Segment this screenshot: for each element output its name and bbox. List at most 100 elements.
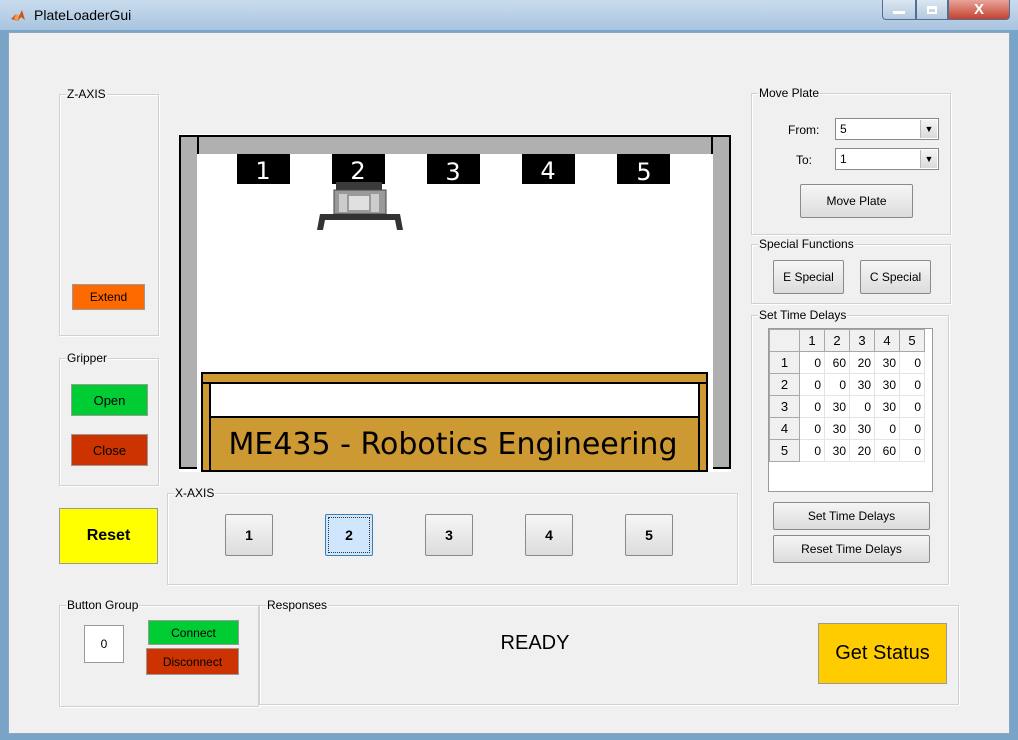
close-button[interactable]: Close <box>71 434 148 466</box>
move-plate-title: Move Plate <box>758 86 821 100</box>
maximize-button[interactable] <box>916 0 948 20</box>
table-row: 1 0 60 20 30 0 <box>769 351 925 374</box>
table-cell[interactable]: 30 <box>874 373 900 396</box>
time-delays-title: Set Time Delays <box>758 308 848 322</box>
table-cell[interactable]: 60 <box>874 439 900 462</box>
frame-left <box>179 135 199 469</box>
open-button[interactable]: Open <box>71 384 148 416</box>
close-icon: X <box>973 1 984 18</box>
reset-time-delays-button[interactable]: Reset Time Delays <box>773 535 930 563</box>
table-cell[interactable]: 0 <box>824 373 850 396</box>
table-cell[interactable]: 0 <box>899 351 925 374</box>
get-status-button[interactable]: Get Status <box>818 623 947 684</box>
table-leg-left <box>201 382 211 472</box>
table-cell[interactable]: 0 <box>874 417 900 440</box>
window-title: PlateLoaderGui <box>34 7 132 23</box>
row-header: 2 <box>769 373 800 396</box>
banner-text: ME435 - Robotics Engineering <box>228 427 677 462</box>
table-cell[interactable]: 30 <box>849 417 875 440</box>
table-cell[interactable]: 30 <box>824 439 850 462</box>
status-text: READY <box>500 632 570 654</box>
slot-2-label: 2 <box>350 157 365 185</box>
minimize-button[interactable] <box>882 0 916 20</box>
e-special-button[interactable]: E Special <box>773 260 844 294</box>
to-select[interactable]: 1 ▼ <box>835 148 939 170</box>
x-axis-button-4[interactable]: 4 <box>525 514 573 556</box>
table-cell[interactable]: 60 <box>824 351 850 374</box>
row-header: 4 <box>769 417 800 440</box>
x-axis-button-5[interactable]: 5 <box>625 514 673 556</box>
table-cell[interactable]: 0 <box>899 439 925 462</box>
special-functions-title: Special Functions <box>758 237 855 251</box>
to-label: To: <box>796 153 813 167</box>
column-header: 4 <box>874 329 900 352</box>
gripper-title: Gripper <box>66 351 109 365</box>
table-cell[interactable]: 20 <box>849 439 875 462</box>
x-axis-button-2[interactable]: 2 <box>325 514 373 556</box>
button-group-title: Button Group <box>66 598 140 612</box>
table-top <box>201 372 708 384</box>
table-row: 2 0 0 30 30 0 <box>769 373 925 396</box>
c-special-button[interactable]: C Special <box>860 260 931 294</box>
table-cell[interactable]: 0 <box>799 395 825 418</box>
chevron-down-icon: ▼ <box>920 120 937 138</box>
reset-button[interactable]: Reset <box>59 508 158 564</box>
from-select[interactable]: 5 ▼ <box>835 118 939 140</box>
table-cell[interactable]: 0 <box>899 417 925 440</box>
column-header: 1 <box>799 329 825 352</box>
to-select-value: 1 <box>840 152 847 166</box>
minimize-icon <box>893 11 905 14</box>
x-axis-button-1[interactable]: 1 <box>225 514 273 556</box>
set-time-delays-button[interactable]: Set Time Delays <box>773 502 930 530</box>
connect-button[interactable]: Connect <box>148 620 239 645</box>
gripper-panel: Gripper <box>59 351 159 486</box>
chevron-down-icon: ▼ <box>920 150 937 168</box>
slot-1-label: 1 <box>255 157 270 185</box>
slot-4-label: 4 <box>540 157 555 185</box>
table-cell[interactable]: 0 <box>799 373 825 396</box>
frame-top <box>179 135 731 156</box>
table-cell[interactable]: 0 <box>899 395 925 418</box>
x-axis-button-3[interactable]: 3 <box>425 514 473 556</box>
move-plate-button[interactable]: Move Plate <box>800 184 913 218</box>
row-header: 3 <box>769 395 800 418</box>
table-cell[interactable]: 0 <box>799 417 825 440</box>
column-header: 5 <box>899 329 925 352</box>
column-header: 3 <box>849 329 875 352</box>
table-cell[interactable]: 30 <box>824 395 850 418</box>
row-header: 1 <box>769 351 800 374</box>
title-bar <box>0 0 1018 30</box>
frame-right <box>711 135 731 469</box>
table-corner <box>769 329 800 352</box>
time-delays-table[interactable]: 1 2 3 4 5 1 0 60 20 30 0 2 0 0 30 30 0 3… <box>768 328 933 492</box>
disconnect-button[interactable]: Disconnect <box>146 648 239 675</box>
z-axis-title: Z-AXIS <box>66 87 107 101</box>
port-input[interactable]: 0 <box>84 625 124 663</box>
from-label: From: <box>788 123 820 137</box>
slot-5-label: 5 <box>636 158 651 186</box>
table-cell[interactable]: 20 <box>849 351 875 374</box>
table-cell[interactable]: 0 <box>899 373 925 396</box>
table-cell[interactable]: 0 <box>799 351 825 374</box>
maximize-icon <box>927 5 937 14</box>
table-cell[interactable]: 30 <box>824 417 850 440</box>
row-header: 5 <box>769 439 800 462</box>
extend-button[interactable]: Extend <box>72 284 145 310</box>
x-axis-title: X-AXIS <box>174 486 216 500</box>
responses-title: Responses <box>266 598 329 612</box>
table-leg-right <box>698 382 708 472</box>
table-row: 3 0 30 0 30 0 <box>769 395 925 418</box>
table-header-row: 1 2 3 4 5 <box>769 329 925 352</box>
table-cell[interactable]: 30 <box>849 373 875 396</box>
table-cell[interactable]: 0 <box>799 439 825 462</box>
table-cell[interactable]: 30 <box>874 395 900 418</box>
slot-3-label: 3 <box>445 158 460 186</box>
table-cell[interactable]: 30 <box>874 351 900 374</box>
table-row: 4 0 30 30 0 0 <box>769 417 925 440</box>
matlab-icon <box>11 10 25 21</box>
table-cell[interactable]: 0 <box>849 395 875 418</box>
close-window-button[interactable]: X <box>948 0 1010 20</box>
from-select-value: 5 <box>840 122 847 136</box>
plate-loader-scene: 1 2 3 4 5 ME435 - Robotics Engineering <box>179 134 731 472</box>
table-row: 5 0 30 20 60 0 <box>769 439 925 462</box>
